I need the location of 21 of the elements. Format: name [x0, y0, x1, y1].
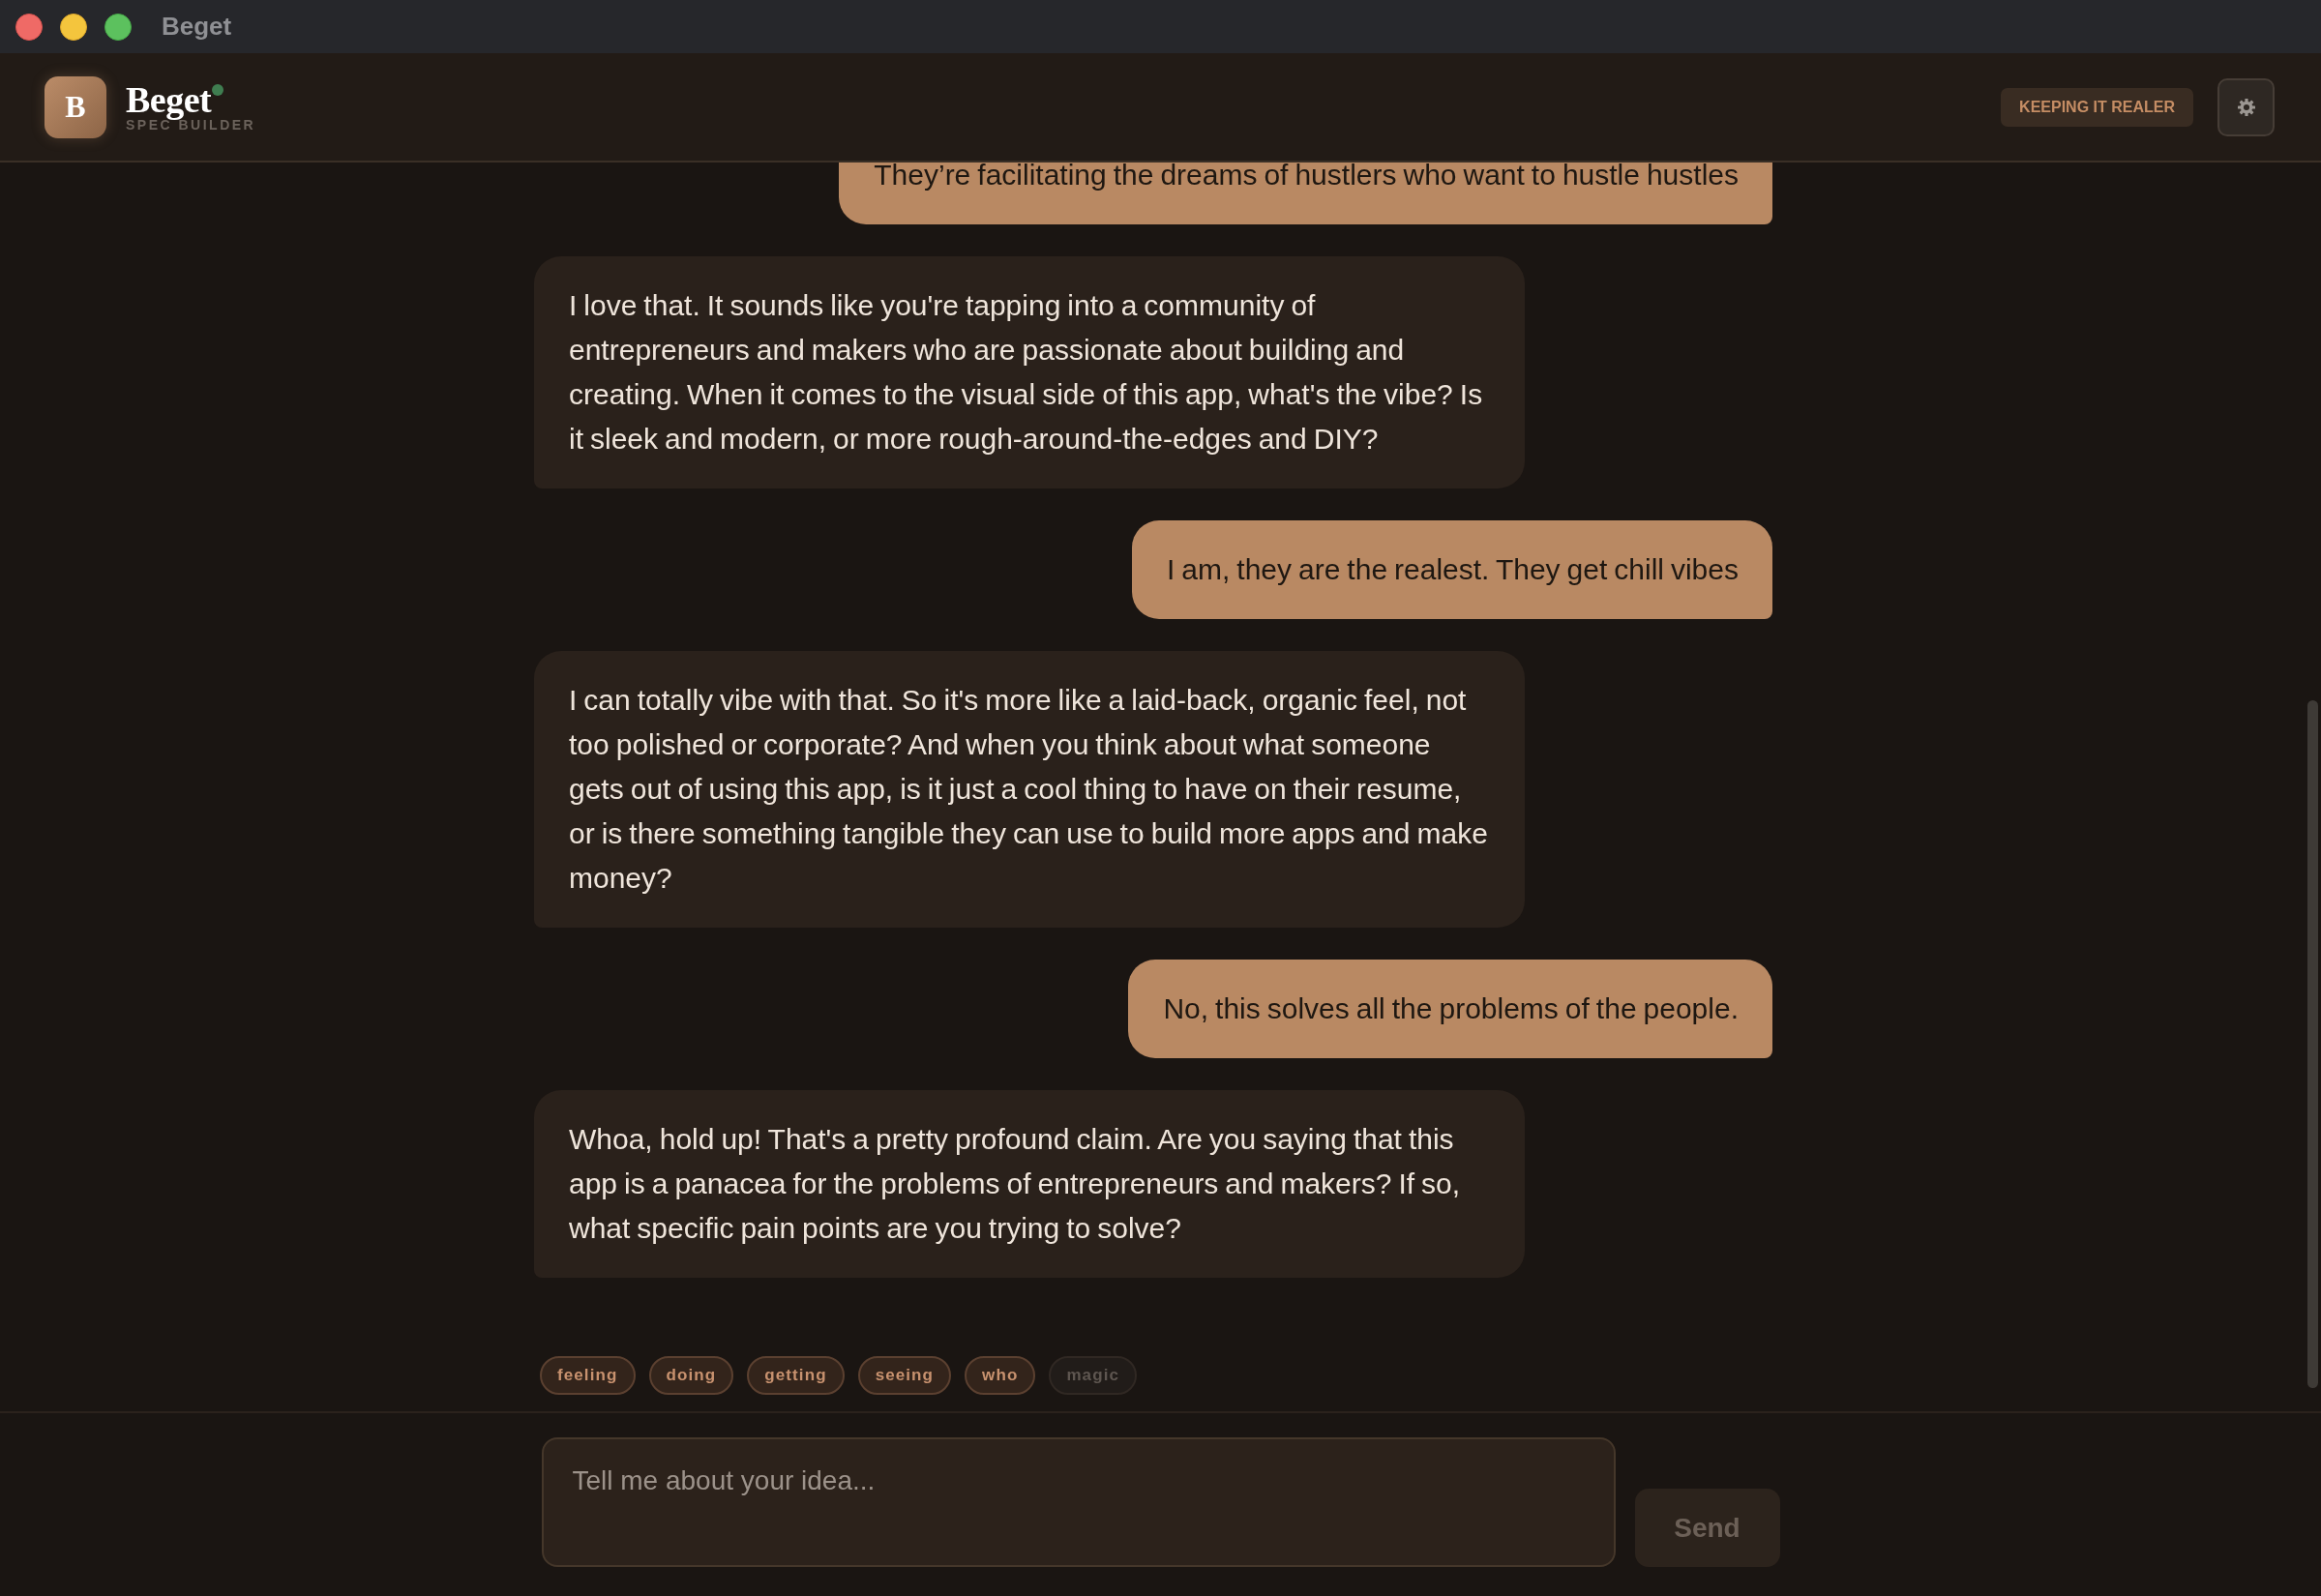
scrollbar-thumb[interactable]: [2307, 700, 2318, 1388]
mode-badge: KEEPING IT REALER: [2001, 87, 2193, 127]
suggestion-chip[interactable]: feeling: [540, 1356, 636, 1395]
suggestion-chip[interactable]: who: [965, 1356, 1036, 1395]
user-message: No, this solves all the problems of the people.: [1128, 960, 1772, 1058]
user-message: They’re facilitating the dreams of hustlers who want to hustle hustles: [839, 163, 1772, 224]
suggestion-chip[interactable]: seeing: [857, 1356, 952, 1395]
suggestion-chip[interactable]: doing: [648, 1356, 734, 1395]
message-input[interactable]: Tell me about your idea...: [541, 1437, 1616, 1567]
settings-button[interactable]: [2217, 77, 2275, 136]
assistant-message: I can totally vibe with that. So it's more like a laid-back, organic feel, not too polished or corporate? And when you think about what someone gets out of using this app, is it just a cool thing to have on their resume, or is there something tangible they can use to build more apps and make money?: [534, 651, 1525, 928]
assistant-message: I love that. It sounds like you're tapping into a community of entrepreneurs and makers who are passionate about building and creating. When it comes to the visual side of this app, what's the vibe? Is it sleek and modern, or more rough-around-the-edges and DIY?: [534, 256, 1525, 488]
assistant-message: Whoa, hold up! That's a pretty profound claim. Are you saying that this app is a panacea for the problems of entrepreneurs and makers? If so, what specific pain points are you trying to solve?: [534, 1090, 1525, 1278]
close-button[interactable]: [15, 13, 43, 41]
settings-icon: [2237, 98, 2255, 116]
window-title: Beget: [162, 12, 232, 42]
suggestion-chip[interactable]: getting: [747, 1356, 845, 1395]
zoom-button[interactable]: [104, 13, 132, 41]
minimize-button[interactable]: [60, 13, 87, 41]
app-logo: B: [45, 75, 106, 138]
user-message: I am, they are the realest. They get chill vibes: [1131, 520, 1772, 619]
